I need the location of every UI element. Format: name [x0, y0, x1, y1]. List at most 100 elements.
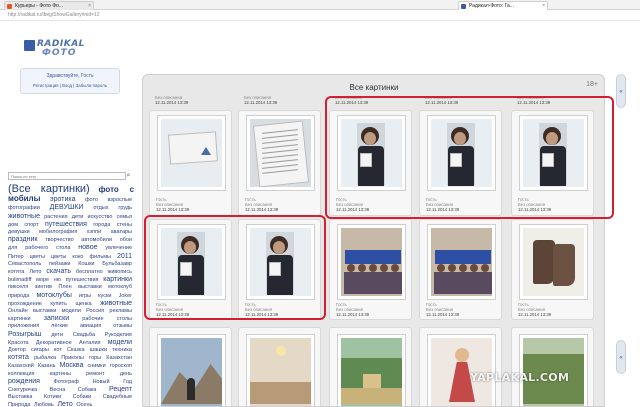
browser-tab-1[interactable]: Курьеры - Фото Фо... × — [4, 1, 94, 10]
tag-link[interactable]: авиация — [80, 323, 101, 329]
tag-link[interactable]: пикселя — [8, 284, 28, 290]
tag-link[interactable]: рыбалка — [34, 355, 56, 361]
age-rating-badge[interactable]: 18+ — [586, 81, 598, 88]
tag-link[interactable]: кот — [54, 347, 62, 353]
tag-link[interactable]: фото — [99, 185, 119, 194]
tag-link[interactable]: животные — [8, 213, 40, 220]
photo-thumbnail[interactable] — [519, 224, 588, 300]
tag-link[interactable]: обои — [120, 237, 132, 243]
tag-link[interactable]: спорт — [24, 222, 38, 228]
tag-link[interactable]: Лето — [29, 269, 41, 275]
tag-link[interactable]: ДЕВУШКИ — [50, 204, 84, 211]
tag-link[interactable]: сигары — [31, 347, 49, 353]
address-bar[interactable]: http://radikal.ru/lbeg/ShowGallery#nid=1… — [0, 10, 640, 21]
tag-link[interactable]: шашки — [90, 347, 107, 353]
tag-link[interactable]: рабочие — [82, 316, 103, 322]
tag-link[interactable]: новое — [78, 244, 97, 251]
tag-link[interactable]: день — [120, 371, 132, 377]
tag-link[interactable]: цветы — [30, 254, 45, 260]
scroll-down-button[interactable]: « — [616, 340, 626, 374]
tag-link[interactable]: автомобили — [81, 237, 112, 243]
tag-link[interactable]: Анталия — [79, 340, 100, 346]
photo-thumbnail[interactable] — [246, 334, 315, 406]
tag-link[interactable]: путешествия — [45, 221, 87, 228]
photo-thumbnail[interactable] — [337, 334, 406, 406]
tag-link[interactable]: мотоклубы — [36, 292, 71, 299]
tag-link[interactable]: пейзажи — [49, 261, 70, 267]
tag-link[interactable]: грудь — [118, 205, 132, 211]
photo-card[interactable]: Гость Без описания 12.11.2014 13:39 — [419, 219, 502, 320]
photo-card[interactable] — [329, 327, 412, 406]
tag-link[interactable]: бесплатно — [76, 269, 103, 275]
tag-link[interactable]: ню — [54, 277, 61, 283]
tag-link[interactable]: семья — [117, 214, 132, 220]
tag-link[interactable]: Joker — [119, 293, 132, 299]
tag-link[interactable]: Осень — [76, 402, 92, 407]
tag-link[interactable]: рекламы — [109, 308, 132, 314]
tag-link[interactable]: Питер — [8, 254, 24, 260]
tag-link[interactable]: хэппи — [87, 229, 102, 235]
tag-link[interactable]: игры — [79, 293, 91, 299]
tag-link[interactable]: фотографии — [8, 205, 40, 211]
tag-link[interactable]: стола — [56, 245, 70, 251]
tag-link[interactable]: Выставка — [8, 394, 32, 400]
tag-search-input[interactable] — [9, 173, 125, 179]
tag-link[interactable]: Свадебные — [103, 394, 132, 400]
tag-link[interactable]: приложения — [8, 323, 39, 329]
tag-link[interactable]: Декоративное — [36, 340, 72, 346]
tag-link[interactable]: взрослые — [108, 197, 132, 203]
tag-link[interactable]: мобилография — [39, 229, 77, 235]
tag-link[interactable]: щенка — [75, 301, 91, 307]
tag-link[interactable]: Собака — [78, 387, 97, 393]
photo-card[interactable]: Гость Без описания 12.11.2014 13:39 — [329, 219, 412, 320]
tag-link[interactable]: ремонт — [86, 371, 105, 377]
tag-link[interactable]: техника — [112, 347, 132, 353]
tag-link[interactable]: купить — [50, 301, 67, 307]
tag-link[interactable]: творчество — [45, 237, 74, 243]
photo-thumbnail[interactable] — [337, 224, 406, 300]
tag-link[interactable]: Казань — [38, 363, 56, 369]
tag-link[interactable]: коллекция — [8, 371, 35, 377]
tag-link[interactable]: гороскоп — [110, 363, 132, 369]
photo-thumbnail[interactable] — [157, 115, 226, 191]
tag-link[interactable]: записки — [44, 315, 69, 322]
tag-link[interactable]: bulimadiff — [8, 277, 31, 283]
tag-link[interactable]: Собаки — [73, 394, 92, 400]
tag-link[interactable]: дом — [8, 222, 18, 228]
tag-link[interactable]: Казахский — [8, 363, 34, 369]
scroll-up-button[interactable]: « — [616, 74, 626, 108]
tag-link[interactable]: Сказка — [67, 347, 85, 353]
photo-thumbnail[interactable] — [246, 115, 315, 191]
tag-link[interactable]: рабочего — [25, 245, 48, 251]
tag-link[interactable]: Рецепт — [109, 386, 132, 393]
tag-link[interactable]: картины — [50, 371, 71, 377]
tag-link[interactable]: зинтив — [35, 284, 52, 290]
tag-link[interactable]: Онлайн — [8, 308, 28, 314]
gallery-strip-item[interactable]: Без описания 12.11.2014 13:39 — [238, 95, 321, 107]
tag-link[interactable]: Любовь — [34, 402, 54, 407]
gallery-strip-item[interactable]: Без описания 12.11.2014 13:39 — [149, 95, 232, 107]
tag-link[interactable]: картинки — [8, 316, 31, 322]
tag-link[interactable]: отзывы — [113, 323, 132, 329]
tag-link[interactable]: прохождение — [8, 301, 42, 307]
photo-card[interactable]: Гость Без описания 12.11.2014 13:39 — [511, 219, 594, 320]
close-tab-icon[interactable]: × — [88, 2, 91, 10]
tag-link[interactable]: Москва — [60, 362, 84, 369]
photo-card[interactable]: Гость Без описания 12.11.2014 13:39 — [149, 110, 232, 216]
tag-link[interactable]: цветы — [51, 254, 66, 260]
tag-link[interactable]: Кошки — [78, 261, 94, 267]
tag-link[interactable]: куски — [98, 293, 111, 299]
tag-link[interactable]: Доктор — [8, 347, 26, 353]
tag-link[interactable]: для — [8, 245, 17, 251]
tag-link[interactable]: столы — [117, 316, 132, 322]
tag-link[interactable]: Россия — [86, 308, 104, 314]
tag-link[interactable]: выставки — [78, 284, 102, 290]
photo-card[interactable] — [419, 327, 502, 406]
tag-link[interactable]: Лето — [57, 401, 72, 407]
tag-link[interactable]: Новый — [93, 379, 110, 385]
tag-cloud-title[interactable]: (Все картинки) — [8, 183, 90, 195]
tag-link[interactable]: Природа — [8, 402, 30, 407]
tag-link[interactable]: дети — [72, 214, 84, 220]
tag-link[interactable]: праздник — [8, 236, 37, 243]
tag-link[interactable]: увлечение — [105, 245, 132, 251]
